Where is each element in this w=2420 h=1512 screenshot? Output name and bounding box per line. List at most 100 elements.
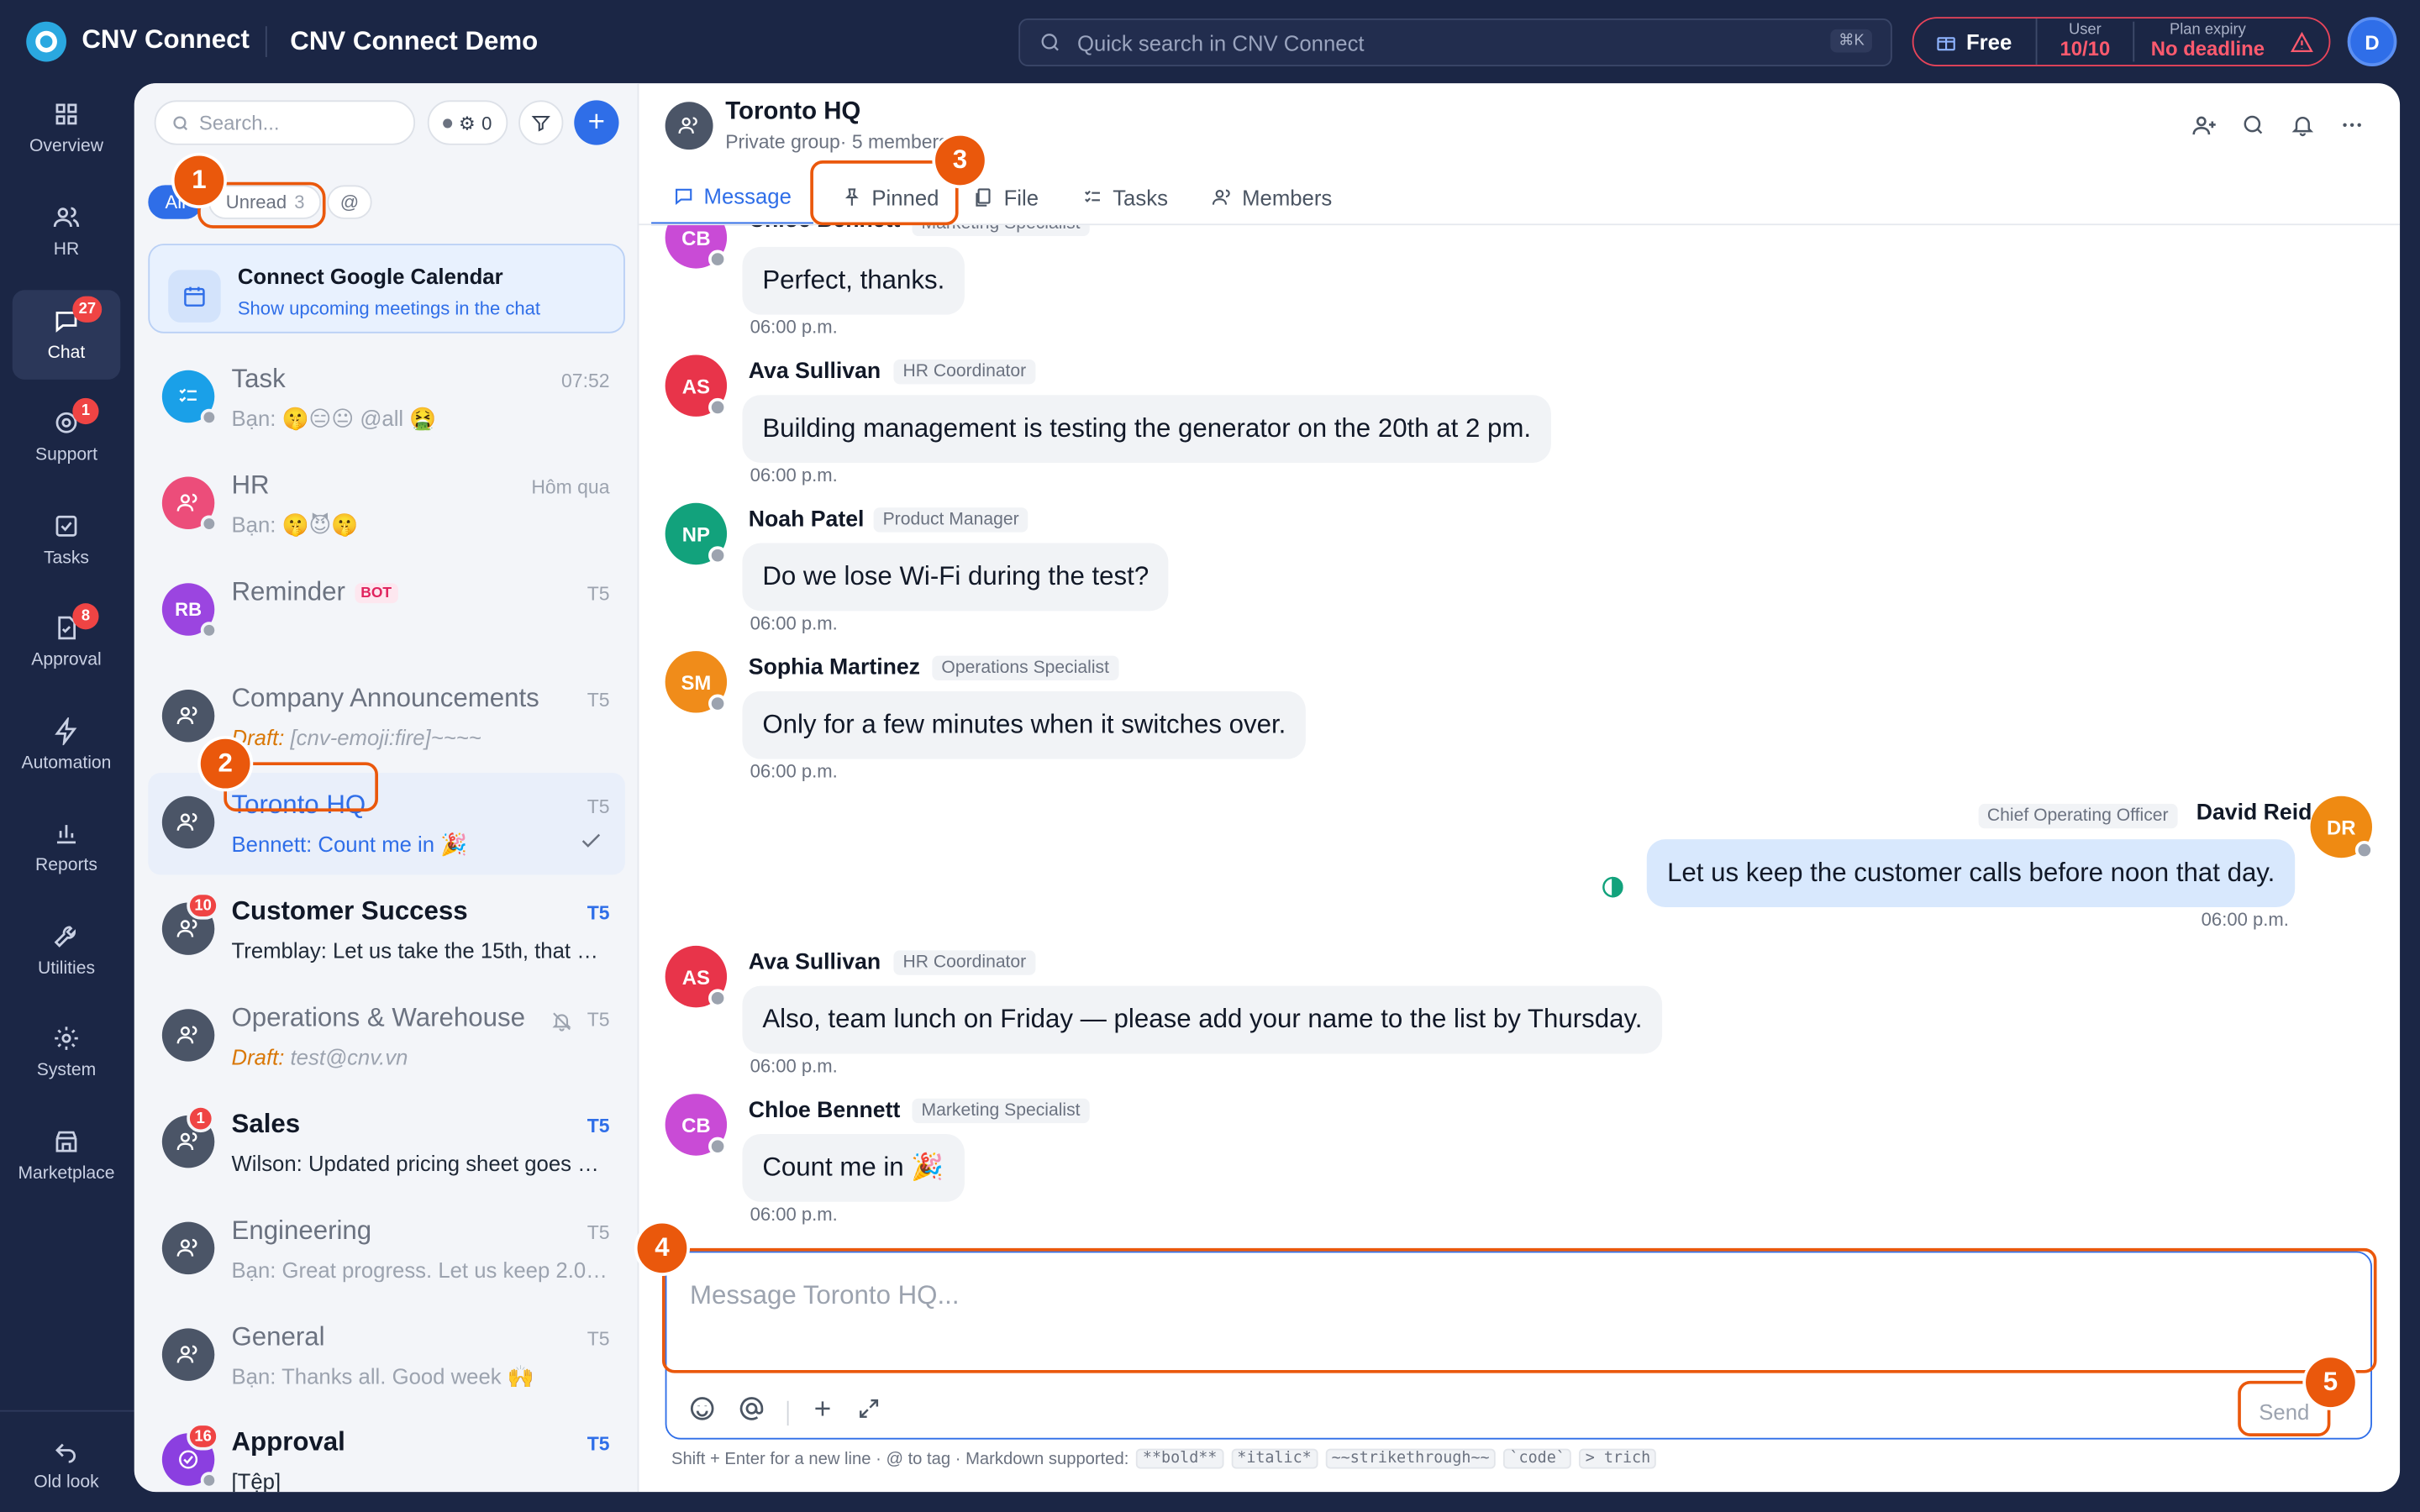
- rail-item-overview[interactable]: Overview: [13, 83, 121, 173]
- tab-label: File: [1003, 185, 1039, 210]
- conversation-time: T5: [587, 1328, 610, 1351]
- conversation-item-customer-success[interactable]: 10 Customer Success T5 Tremblay: Let us …: [148, 879, 625, 981]
- plus-icon[interactable]: [810, 1396, 834, 1429]
- rail-item-utilities[interactable]: Utilities: [13, 906, 121, 995]
- message-bubble[interactable]: Only for a few minutes when it switches …: [742, 690, 1307, 759]
- message-bubble[interactable]: Let us keep the customer calls before no…: [1647, 839, 2296, 907]
- rail-item-chat[interactable]: 27 Chat: [12, 290, 121, 380]
- message-time: 06:00 p.m.: [750, 464, 838, 486]
- conversation-time: T5: [587, 795, 610, 818]
- rail-label: HR: [53, 240, 80, 260]
- chat-subtitle: Private group· 5 members: [725, 131, 949, 153]
- tab-tasks[interactable]: Tasks: [1060, 170, 1190, 225]
- draft-text: [cnv-emoji:fire]~~~~: [290, 725, 481, 750]
- user-avatar[interactable]: D: [2347, 17, 2397, 66]
- rail-item-reports[interactable]: Reports: [13, 802, 121, 892]
- conversation-preview: Wilson: Updated pricing sheet goes out t…: [231, 1151, 610, 1176]
- message-bubble[interactable]: Perfect, thanks.: [742, 246, 965, 315]
- sender-role: Marketing Specialist: [912, 1098, 1090, 1124]
- search-icon[interactable]: [2239, 111, 2267, 139]
- sender-role: Product Manager: [873, 507, 1028, 533]
- workspace-name[interactable]: CNV Connect Demo: [290, 26, 538, 57]
- conversation-preview: Bạn: 🤫😑😐 @all 🤮: [231, 406, 437, 431]
- status-count: 0: [481, 112, 492, 134]
- rail-label: Overview: [29, 137, 104, 156]
- message-bubble[interactable]: Also, team lunch on Friday — please add …: [742, 985, 1663, 1054]
- expand-icon[interactable]: [856, 1396, 881, 1429]
- group-icon: [161, 1328, 215, 1381]
- rail-item-system[interactable]: System: [13, 1007, 121, 1097]
- filter-icon: [531, 116, 550, 132]
- group-icon: [161, 1009, 215, 1062]
- gcal-title: Connect Google Calendar: [237, 264, 503, 289]
- conversation-name: Operations & Warehouse: [231, 1002, 525, 1032]
- message-time: 06:00 p.m.: [750, 316, 838, 339]
- conversation-item-operations-warehouse[interactable]: Operations & Warehouse T5 Draft: test@cn…: [148, 986, 625, 1088]
- store-icon: [55, 1131, 77, 1152]
- rail-item-tasks[interactable]: Tasks: [13, 496, 121, 585]
- conversation-item-toronto-hq[interactable]: Toronto HQ T5 Bennett: Count me in 🎉: [148, 773, 625, 875]
- conversation-item-reminder[interactable]: RB Reminder BOT T5: [148, 560, 625, 662]
- filter-unread-chip[interactable]: Unread 3: [208, 185, 322, 219]
- mention-icon[interactable]: [738, 1394, 765, 1430]
- composer-toolbar: [688, 1394, 881, 1430]
- chat-header-actions: [2190, 111, 2365, 139]
- emoji-icon[interactable]: [688, 1394, 716, 1430]
- message-list: CB Chloe Bennett Marketing Specialist Pe…: [639, 225, 2400, 1243]
- old-look-label: Old look: [34, 1473, 99, 1493]
- rail-item-automation[interactable]: Automation: [13, 701, 121, 790]
- tab-label: Pinned: [871, 185, 939, 210]
- conversation-item-engineering[interactable]: Engineering T5 Bạn: Great progress. Let …: [148, 1199, 625, 1300]
- conversation-name: Company Announcements: [231, 683, 539, 713]
- global-search-input[interactable]: Quick search in CNV Connect ⌘K: [1018, 18, 1892, 66]
- tab-pinned[interactable]: Pinned: [813, 170, 961, 225]
- conversation-item-task[interactable]: Task 07:52 Bạn: 🤫😑😐 @all 🤮: [148, 347, 625, 449]
- rail-item-support[interactable]: 1 Support: [13, 392, 121, 482]
- brand-name[interactable]: CNV Connect: [82, 24, 250, 55]
- message-bubble[interactable]: Count me in 🎉: [742, 1133, 965, 1202]
- cnv-logo-icon[interactable]: [26, 21, 66, 62]
- plus-icon: +: [587, 105, 606, 139]
- filter-mention-chip[interactable]: @: [328, 185, 371, 219]
- rail-item-marketplace[interactable]: Marketplace: [13, 1110, 121, 1200]
- tab-message[interactable]: Message: [651, 170, 813, 226]
- status-filter-button[interactable]: ⚙ 0: [427, 100, 508, 145]
- group-icon: [161, 795, 215, 849]
- presence-dot: [200, 622, 218, 639]
- old-look-button[interactable]: Old look: [13, 1420, 121, 1509]
- conversation-name: HR: [231, 470, 270, 501]
- app-rail: Overview HR 27 Chat 1 Support Tasks 8 Ap…: [0, 83, 134, 1512]
- more-icon[interactable]: [2338, 111, 2366, 139]
- message-bubble[interactable]: Do we lose Wi-Fi during the test?: [742, 543, 1170, 612]
- google-calendar-banner[interactable]: Connect Google Calendar Show upcoming me…: [148, 244, 625, 333]
- conversation-time: T5: [587, 583, 610, 605]
- bell-icon[interactable]: [2289, 111, 2317, 139]
- conversation-item-hr[interactable]: HR Hôm qua Bạn: 🤫😈🤫: [148, 454, 625, 555]
- rail-item-hr[interactable]: HR: [13, 186, 121, 276]
- new-conversation-button[interactable]: +: [574, 100, 619, 145]
- filter-unread-label: Unread: [225, 191, 287, 213]
- chat-tabs: Message Pinned File Tasks Members: [651, 170, 1354, 226]
- conversation-item-general[interactable]: General T5 Bạn: Thanks all. Good week 🙌: [148, 1305, 625, 1407]
- users-icon: [53, 207, 80, 228]
- filter-button[interactable]: [518, 100, 564, 145]
- plan-status[interactable]: Free User 10/10 Plan expiry No deadline: [1912, 17, 2331, 66]
- conversation-item-sales[interactable]: 1 Sales T5 Wilson: Updated pricing sheet…: [148, 1092, 625, 1194]
- conversation-item-approval[interactable]: 16 Approval T5 [Tệp]: [148, 1410, 625, 1492]
- message-composer[interactable]: Message Toronto HQ... Send: [665, 1251, 2373, 1440]
- composer-hint: Shift + Enter for a new line · @ to tag …: [671, 1448, 1657, 1469]
- add-member-icon[interactable]: [2190, 111, 2217, 139]
- conversation-time: 07:52: [561, 370, 610, 392]
- rail-item-approval[interactable]: 8 Approval: [13, 597, 121, 687]
- rail-label: Approval: [31, 651, 102, 670]
- presence-dot: [200, 515, 218, 533]
- tab-members[interactable]: Members: [1190, 170, 1354, 225]
- presence-dot: [708, 1137, 728, 1156]
- conversation-search-input[interactable]: Search...: [154, 100, 416, 145]
- sender-role: HR Coordinator: [893, 950, 1036, 975]
- bar-chart-icon: [56, 825, 76, 844]
- conversation-preview: Bạn: Great progress. Let us keep 2.0 on …: [231, 1257, 610, 1283]
- presence-dot: [708, 989, 728, 1008]
- message-bubble[interactable]: Building management is testing the gener…: [742, 395, 1551, 464]
- conversation-time: T5: [587, 690, 610, 711]
